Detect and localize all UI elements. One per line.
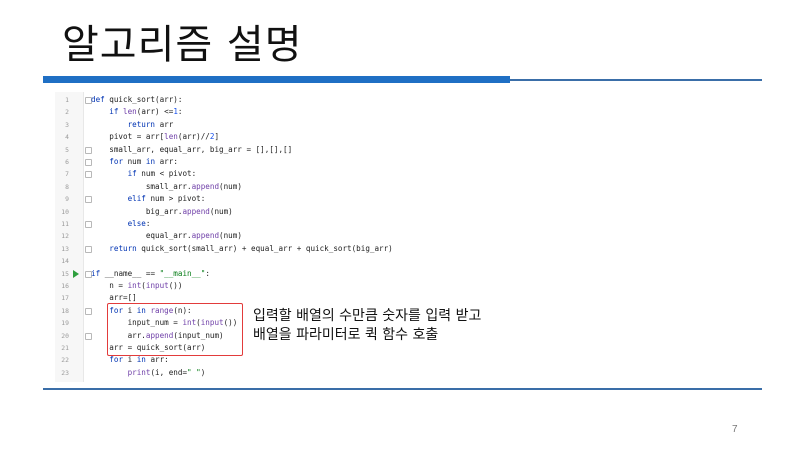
line-number: 11 <box>61 220 69 228</box>
code-line: 9 elif num > pivot: <box>55 193 535 205</box>
code-line: 3 return arr <box>55 119 535 131</box>
code-line: 16 n = int(input()) <box>55 280 535 292</box>
code-line: 14 <box>55 255 535 267</box>
code-line: 6 for num in arr: <box>55 156 535 168</box>
line-number: 1 <box>65 96 69 104</box>
line-number: 6 <box>65 158 69 166</box>
code-text: elif num > pivot: <box>127 194 206 204</box>
code-line: 8 small_arr.append(num) <box>55 181 535 193</box>
code-line: 10 big_arr.append(num) <box>55 206 535 218</box>
annotation-line-2: 배열을 파라미터로 퀵 함수 호출 <box>253 327 439 343</box>
code-text: big_arr.append(num) <box>91 206 233 216</box>
code-text: if __name__ == "__main__": <box>91 268 210 278</box>
line-number: 16 <box>61 282 69 290</box>
code-text: small_arr.append(num) <box>91 181 242 191</box>
page-number: 7 <box>732 424 738 435</box>
code-text: for i in arr: <box>109 355 169 365</box>
title-underline-bar <box>43 76 762 84</box>
annotation-text: 입력할 배열의 수만큼 숫자를 입력 받고 배열을 파라미터로 퀵 함수 호출 <box>253 307 481 345</box>
bottom-rule <box>43 388 762 390</box>
line-number: 17 <box>61 294 69 303</box>
run-icon[interactable] <box>73 269 79 278</box>
code-text: else: <box>127 219 151 228</box>
line-number: 10 <box>61 207 69 216</box>
code-text: return arr <box>127 119 174 129</box>
code-line: 7 if num < pivot: <box>55 168 535 180</box>
line-number: 7 <box>65 170 69 179</box>
line-number: 13 <box>61 244 69 253</box>
line-number: 21 <box>61 344 69 352</box>
line-number: 18 <box>61 306 69 315</box>
slide-title: 알고리즘 설명 <box>62 22 303 68</box>
code-line: 4 pivot = arr[len(arr)//2] <box>55 131 535 143</box>
line-number: 14 <box>61 257 69 266</box>
code-text: small_arr, equal_arr, big_arr = [],[],[] <box>91 144 293 154</box>
code-line: 12 equal_arr.append(num) <box>55 230 535 242</box>
code-line: 22 for i in arr: <box>55 354 535 366</box>
line-number: 2 <box>65 108 69 117</box>
line-number: 19 <box>61 319 69 328</box>
code-text: if num < pivot: <box>127 169 197 179</box>
code-line: 15 if __name__ == "__main__": <box>55 268 535 280</box>
line-number: 9 <box>65 195 69 204</box>
code-text: n = int(input()) <box>91 281 183 290</box>
line-number: 8 <box>65 182 69 191</box>
line-number: 20 <box>61 331 69 340</box>
thin-rule <box>510 79 762 81</box>
line-number: 15 <box>61 269 69 278</box>
line-number: 4 <box>65 133 69 142</box>
code-line: 11 else: <box>55 218 535 230</box>
code-line: 1 def quick_sort(arr): <box>55 94 535 106</box>
highlight-box <box>107 303 243 356</box>
code-text: print(i, end=" ") <box>127 367 206 377</box>
line-number: 3 <box>65 120 69 129</box>
line-number: 22 <box>61 356 69 365</box>
accent-bar <box>43 76 510 83</box>
code-text: pivot = arr[len(arr)//2] <box>91 132 220 142</box>
code-text: for num in arr: <box>109 157 178 166</box>
code-text: return quick_sort(small_arr) + equal_arr… <box>109 243 393 253</box>
code-line: 13 return quick_sort(small_arr) + equal_… <box>55 243 535 255</box>
code-text: equal_arr.append(num) <box>91 231 242 241</box>
code-text: if len(arr) <=1: <box>109 107 183 117</box>
code-line: 5 small_arr, equal_arr, big_arr = [],[],… <box>55 144 535 156</box>
line-number: 23 <box>61 368 69 377</box>
code-line: 23 print(i, end=" ") <box>55 367 535 379</box>
line-number: 12 <box>61 232 69 241</box>
annotation-line-1: 입력할 배열의 수만큼 숫자를 입력 받고 <box>253 308 482 324</box>
code-text: def quick_sort(arr): <box>91 95 183 104</box>
line-number: 5 <box>65 145 69 154</box>
code-line: 2 if len(arr) <=1: <box>55 106 535 118</box>
